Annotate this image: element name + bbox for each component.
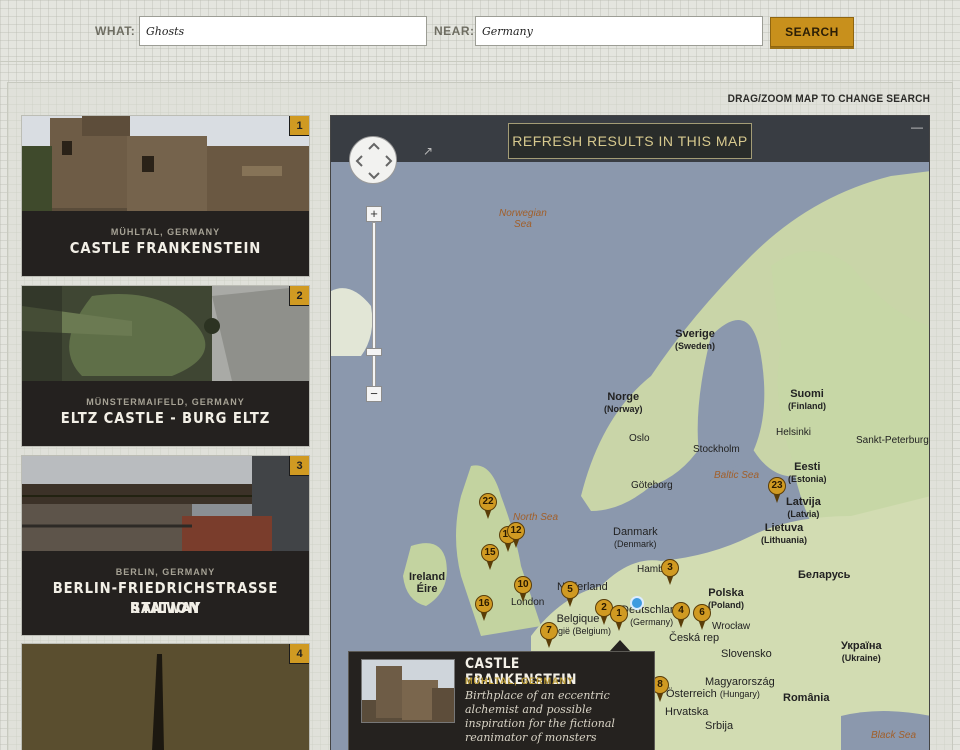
castle-thumbnail-image: [362, 660, 454, 722]
result-location: BERLIN, GERMANY: [115, 567, 216, 577]
result-card-2[interactable]: 2 MÜNSTERMAIFELD, GERMANY ELTZ CASTLE - …: [21, 285, 310, 447]
result-photo: [22, 644, 309, 750]
country-label: Suomi (Finland): [788, 388, 826, 411]
location-popup[interactable]: CASTLE FRANKENSTEIN MÜHLTAL, GERMANY Bir…: [348, 651, 655, 750]
country-label: Česká rep: [669, 632, 720, 644]
near-label: NEAR:: [434, 24, 475, 38]
country-label: Norge (Norway): [604, 391, 643, 414]
current-location-dot[interactable]: [630, 596, 644, 610]
zoom-in-button[interactable]: +: [366, 206, 382, 222]
map-pin-16[interactable]: 16: [475, 595, 493, 621]
city-label: Stockholm: [693, 444, 740, 455]
pegman-icon[interactable]: ↗: [423, 144, 433, 158]
map-pin-3[interactable]: 3: [661, 559, 679, 585]
result-location: MÜHLTAL, GERMANY: [110, 227, 221, 237]
result-number: 3: [289, 456, 309, 476]
country-label: Slovensko: [721, 648, 772, 660]
zoom-slider-handle[interactable]: [366, 348, 382, 356]
result-card-3[interactable]: 3 BERLIN, GERMANY BERLIN-FRIEDRICHSTRASS…: [21, 455, 310, 636]
country-label: Srbija: [705, 720, 734, 732]
city-label: Oslo: [629, 433, 650, 444]
country-label: Danmark (Denmark): [613, 526, 658, 549]
zoom-track[interactable]: [372, 222, 376, 388]
country-label: Беларусь: [798, 569, 851, 581]
popup-location: MÜHLTAL, GERMANY: [465, 676, 575, 686]
country-label: Ireland Éire: [409, 571, 446, 595]
pan-arrows-icon: [355, 142, 393, 180]
city-label: Helsinki: [776, 427, 812, 438]
country-label: Latvija (Latvia): [786, 496, 821, 519]
country-label: Україна (Ukraine): [841, 640, 882, 663]
map-pin-1[interactable]: 1: [610, 605, 628, 631]
country-label: Österreich: [666, 688, 717, 700]
what-input[interactable]: Ghosts: [139, 16, 427, 46]
result-number: 1: [289, 116, 309, 136]
country-label: Eesti (Estonia): [788, 461, 827, 484]
result-card-4[interactable]: 4: [21, 643, 310, 750]
pan-control[interactable]: [349, 136, 397, 184]
castle-photo-image: [22, 116, 309, 211]
result-card-1[interactable]: 1 MÜHLTAL, GERMANY CASTLE FRANKENSTEIN: [21, 115, 310, 277]
search-button[interactable]: SEARCH: [770, 17, 854, 47]
result-number: 4: [289, 644, 309, 664]
country-label: Hrvatska: [665, 706, 709, 718]
sea-label: Black Sea: [871, 730, 917, 741]
map-pin-5[interactable]: 5: [561, 581, 579, 607]
country-label: Lietuva (Lithuania): [761, 522, 807, 545]
gargoyle-photo-image: [22, 286, 309, 381]
city-label: Sankt-Peterburg: [856, 435, 929, 446]
sea-label: Baltic Sea: [714, 470, 760, 481]
zoom-out-button[interactable]: −: [366, 386, 382, 402]
result-photo: [22, 116, 309, 211]
map-pin-6[interactable]: 6: [693, 604, 711, 630]
result-number: 2: [289, 286, 309, 306]
refresh-results-button[interactable]: REFRESH RESULTS IN THIS MAP: [508, 123, 752, 159]
result-title[interactable]: CASTLE FRANKENSTEIN: [39, 238, 292, 258]
railway-station-photo-image: [22, 456, 309, 551]
popup-description: Birthplace of an eccentric alchemist and…: [465, 689, 615, 744]
near-input[interactable]: Germany: [475, 16, 763, 46]
zoom-control: + −: [366, 206, 382, 406]
country-label: Sverige (Sweden): [675, 328, 716, 351]
result-photo: [22, 286, 309, 381]
map-pin-12[interactable]: 12: [507, 522, 525, 548]
popup-photo: [361, 659, 455, 723]
interior-photo-image: [22, 644, 309, 750]
result-title[interactable]: ELTZ CASTLE - BURG ELTZ: [39, 408, 292, 428]
result-title-line-2[interactable]: STATION: [39, 598, 292, 618]
what-label: WHAT:: [95, 24, 136, 38]
map-pin-22[interactable]: 22: [479, 493, 497, 519]
search-bar: WHAT: Ghosts NEAR: Germany SEARCH: [0, 0, 960, 62]
map-pin-10[interactable]: 10: [514, 576, 532, 602]
sea-label: Norwegian Sea: [499, 208, 547, 230]
country-label: Polska (Poland): [708, 587, 744, 610]
city-label: Göteborg: [631, 480, 673, 491]
drag-zoom-hint: DRAG/ZOOM MAP TO CHANGE SEARCH: [727, 93, 930, 105]
city-label: Wrocław: [712, 621, 751, 632]
result-photo: [22, 456, 309, 551]
result-location: MÜNSTERMAIFELD, GERMANY: [86, 397, 245, 407]
minimize-map-button[interactable]: —: [911, 120, 923, 134]
map-pin-15[interactable]: 15: [481, 544, 499, 570]
map-pin-23[interactable]: 23: [768, 477, 786, 503]
map-pin-4[interactable]: 4: [672, 602, 690, 628]
country-label: România: [783, 692, 830, 704]
map-pin-7[interactable]: 7: [540, 622, 558, 648]
